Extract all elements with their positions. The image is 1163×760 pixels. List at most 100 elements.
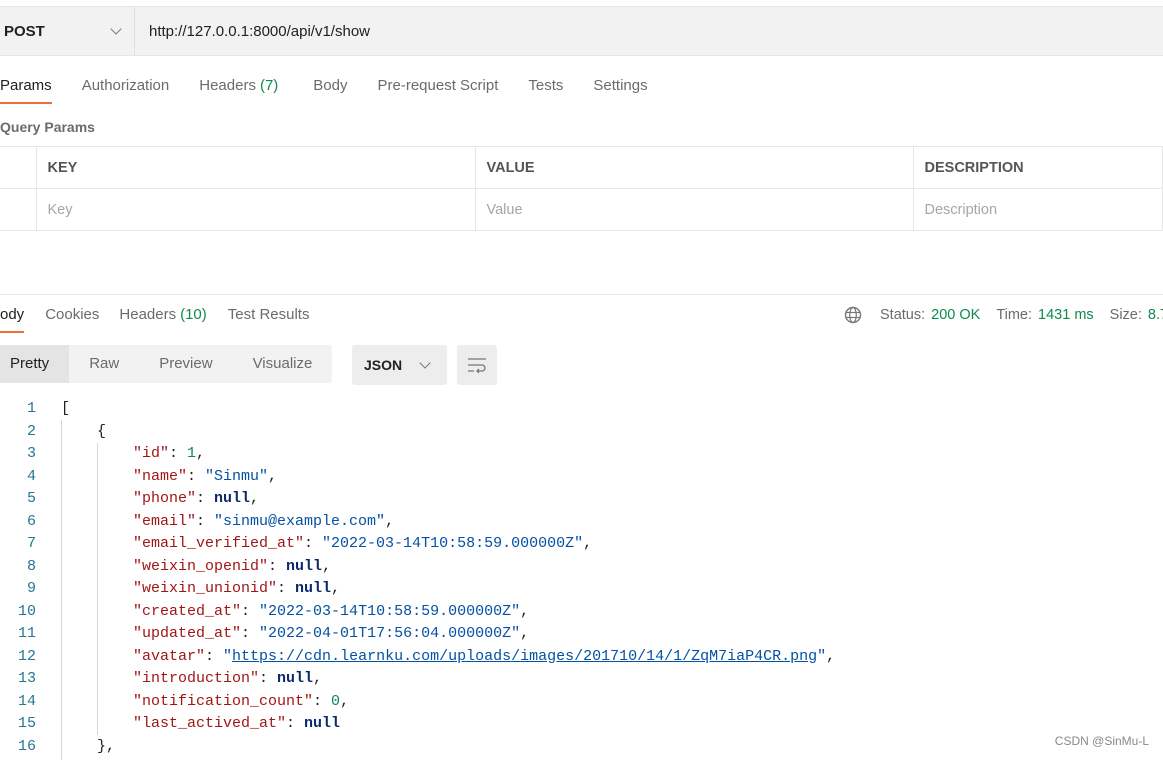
- json-punct: },: [97, 737, 116, 755]
- json-value: 0: [331, 692, 341, 710]
- line-number: 1: [26, 400, 36, 417]
- json-value: null: [277, 670, 314, 687]
- tab-pre-request-script[interactable]: Pre-request Script: [378, 77, 499, 104]
- json-punct: [: [61, 400, 71, 417]
- tab-count: (10): [180, 306, 207, 323]
- description-input[interactable]: Description: [912, 188, 1163, 231]
- line-number: 15: [17, 715, 36, 732]
- json-key: "updated_at": [133, 625, 242, 642]
- method-select[interactable]: POST: [0, 7, 135, 55]
- json-key: "name": [133, 467, 188, 485]
- code-line: "last_actived_at": null: [133, 715, 341, 732]
- tab-count: (7): [259, 77, 279, 94]
- json-value: "2022-03-14T10:58:59.000000Z": [322, 535, 584, 552]
- code-line: "email_verified_at": "2022-03-14T10:58:5…: [133, 535, 593, 552]
- line-number: 6: [26, 512, 36, 530]
- json-key: "weixin_openid": [133, 557, 269, 575]
- line-number: 10: [17, 602, 36, 620]
- code-line: "id": 1,: [133, 445, 206, 462]
- tab-settings[interactable]: Settings: [593, 77, 647, 104]
- code-line: "introduction": null,: [133, 670, 323, 687]
- response-status: Status:200 OK Time:1431 ms Size:8.78: [844, 306, 1163, 324]
- tab-ody[interactable]: ody: [0, 306, 25, 333]
- query-params-title: Query Params: [0, 119, 95, 135]
- line-number: 9: [26, 580, 36, 597]
- watermark: CSDN @SinMu-L: [1054, 734, 1149, 748]
- json-key: "created_at": [133, 602, 242, 620]
- url-bar: POST http://127.0.0.1:8000/api/v1/show: [0, 6, 1163, 56]
- response-tabs: ody Cookies Headers (10) Test Results: [0, 306, 309, 333]
- code-line: "email": "sinmu@example.com",: [133, 512, 395, 530]
- tab-headers[interactable]: Headers (10): [119, 306, 206, 333]
- view-mode-tabs: Pretty Raw Preview Visualize: [0, 345, 333, 383]
- json-key: "last_actived_at": [133, 715, 287, 732]
- query-params-table: KEY VALUE DESCRIPTION Key Value Description: [0, 146, 1163, 231]
- tab-tests[interactable]: Tests: [528, 77, 563, 104]
- code-line: "weixin_unionid": null,: [133, 580, 341, 597]
- tab-test-results[interactable]: Test Results: [228, 306, 310, 333]
- tab-headers[interactable]: Headers (7): [199, 77, 278, 104]
- code-line: "name": "Sinmu",: [133, 467, 278, 485]
- json-value: "2022-03-14T10:58:59.000000Z": [259, 602, 521, 620]
- json-key: "weixin_unionid": [133, 580, 278, 597]
- json-value: null: [286, 557, 323, 575]
- line-number: 12: [17, 647, 36, 665]
- view-visualize[interactable]: Visualize: [233, 345, 333, 383]
- chevron-down-icon: [110, 23, 122, 35]
- json-key: "notification_count": [133, 692, 314, 710]
- view-preview[interactable]: Preview: [139, 345, 232, 383]
- indent-guide: [61, 420, 62, 760]
- line-number: 13: [17, 670, 36, 687]
- key-input[interactable]: Key: [35, 188, 476, 231]
- line-number: 4: [26, 467, 36, 485]
- url-input[interactable]: http://127.0.0.1:8000/api/v1/show: [135, 23, 370, 40]
- status-code: 200 OK: [931, 307, 981, 323]
- tab-authorization[interactable]: Authorization: [82, 77, 170, 104]
- line-number: 5: [26, 490, 36, 507]
- json-key: "phone": [133, 490, 197, 507]
- code-line: "avatar": "https://cdn.learnku.com/uploa…: [133, 647, 836, 665]
- request-tabs: Params Authorization Headers (7) Body Pre-req…: [0, 77, 648, 104]
- tab-body[interactable]: Body: [313, 77, 347, 104]
- view-raw[interactable]: Raw: [69, 345, 139, 383]
- json-value: null: [304, 715, 341, 732]
- code-line: },: [97, 736, 115, 759]
- code-line: "created_at": "2022-03-14T10:58:59.00000…: [133, 602, 530, 620]
- response-time: 1431 ms: [1038, 307, 1094, 323]
- col-key: KEY: [35, 146, 476, 189]
- wrap-lines-button[interactable]: [457, 345, 497, 385]
- code-line: "updated_at": "2022-04-01T17:56:04.00000…: [133, 625, 530, 642]
- json-key: "introduction": [133, 670, 260, 687]
- line-number: 8: [26, 557, 36, 575]
- json-value: "2022-04-01T17:56:04.000000Z": [259, 625, 521, 642]
- line-number: 11: [17, 625, 36, 642]
- code-line: {: [97, 421, 106, 444]
- format-select[interactable]: JSON: [352, 345, 447, 385]
- json-key: "id": [133, 445, 170, 462]
- wrap-icon: [468, 358, 486, 373]
- tab-cookies[interactable]: Cookies: [45, 306, 99, 333]
- code-line: "weixin_openid": null,: [133, 557, 332, 575]
- json-string: "https://cdn.learnku.com/uploads/images/…: [223, 647, 827, 665]
- method-label: POST: [4, 22, 45, 40]
- avatar-link[interactable]: https://cdn.learnku.com/uploads/images/2…: [232, 648, 817, 665]
- json-key: "email": [133, 512, 197, 530]
- col-description: DESCRIPTION: [912, 146, 1163, 189]
- json-value: "Sinmu": [205, 467, 269, 485]
- indent-guide: [97, 443, 98, 735]
- tab-params[interactable]: Params: [0, 77, 52, 104]
- divider: [0, 294, 1163, 295]
- code-line: "phone": null,: [133, 490, 260, 507]
- globe-icon[interactable]: [844, 306, 862, 324]
- chevron-down-icon: [419, 357, 431, 369]
- code-line: "notification_count": 0,: [133, 692, 350, 710]
- json-value: 1: [187, 445, 197, 462]
- view-pretty[interactable]: Pretty: [0, 345, 70, 383]
- json-value: null: [214, 490, 251, 507]
- line-number: 16: [17, 737, 36, 755]
- line-number: 2: [26, 422, 36, 440]
- col-value: VALUE: [474, 146, 914, 189]
- json-value: null: [295, 580, 332, 597]
- value-input[interactable]: Value: [474, 188, 914, 231]
- json-key: "email_verified_at": [133, 535, 305, 552]
